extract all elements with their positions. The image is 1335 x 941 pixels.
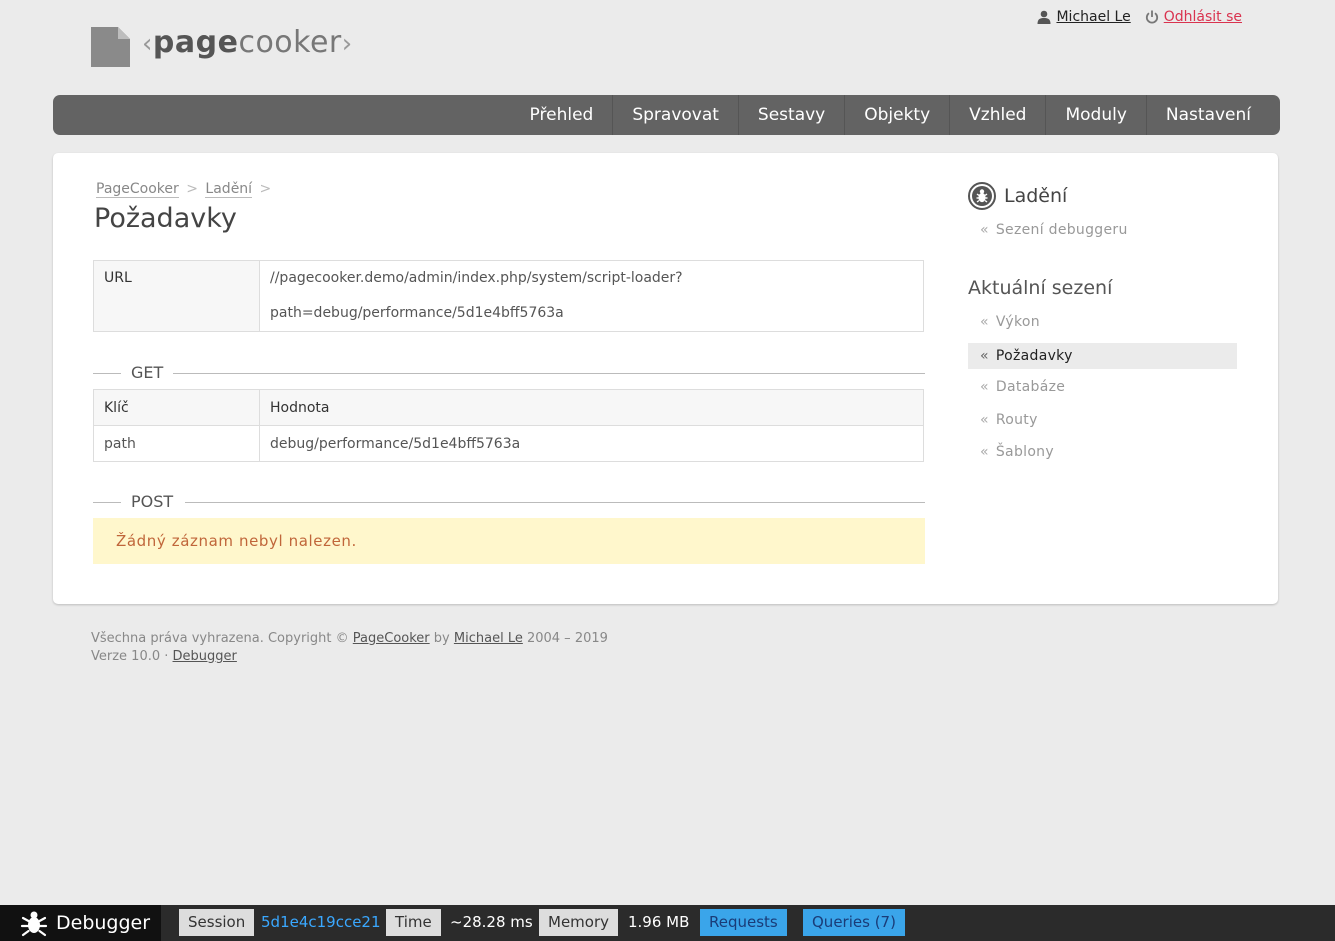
sidebar-item-label: Požadavky bbox=[995, 348, 1073, 364]
footer: Všechna práva vyhrazena. Copyright © Pag… bbox=[91, 630, 608, 666]
get-section-label: GET bbox=[131, 363, 164, 382]
sidebar-item-sablony[interactable]: « Šablony bbox=[968, 439, 1237, 465]
sidebar-item-pozadavky[interactable]: « Požadavky bbox=[968, 343, 1237, 369]
nav-item-spravovat[interactable]: Spravovat bbox=[612, 95, 738, 135]
breadcrumb-ladeni[interactable]: Ladění bbox=[205, 181, 253, 198]
sidebar-title: Ladění bbox=[968, 182, 1067, 210]
nav-item-sestavy[interactable]: Sestavy bbox=[737, 95, 844, 135]
url-key: URL bbox=[93, 260, 260, 332]
url-value: //pagecooker.demo/admin/index.php/system… bbox=[259, 260, 924, 332]
bug-icon bbox=[20, 911, 48, 937]
divider bbox=[173, 373, 925, 374]
logo-text: ‹pagecooker› bbox=[142, 25, 353, 60]
footer-debugger-link[interactable]: Debugger bbox=[173, 649, 237, 664]
nav-item-vzhled[interactable]: Vzhled bbox=[949, 95, 1045, 135]
footer-copyright: Všechna práva vyhrazena. Copyright © Pag… bbox=[91, 630, 608, 648]
time-label: Time bbox=[386, 909, 441, 936]
main-navigation: Přehled Spravovat Sestavy Objekty Vzhled… bbox=[53, 95, 1280, 135]
power-icon bbox=[1145, 10, 1158, 24]
debugger-brand-label: Debugger bbox=[56, 912, 151, 934]
sidebar-item-label: Databáze bbox=[995, 379, 1066, 395]
sidebar-item-label: Šablony bbox=[995, 444, 1054, 460]
page-title: Požadavky bbox=[94, 203, 237, 234]
sidebar-heading-current-session: Aktuální sezení bbox=[968, 277, 1113, 299]
table-row: path debug/performance/5d1e4bff5763a bbox=[93, 425, 924, 462]
footer-text: Verze 10.0 · bbox=[91, 649, 169, 664]
chevron-left-icon: « bbox=[980, 348, 989, 364]
get-param-value: debug/performance/5d1e4bff5763a bbox=[259, 425, 924, 462]
url-table: URL //pagecooker.demo/admin/index.php/sy… bbox=[93, 260, 924, 332]
user-bar: Michael Le Odhlásit se bbox=[1037, 9, 1242, 25]
empty-notice: Žádný záznam nebyl nalezen. bbox=[93, 518, 925, 564]
memory-value: 1.96 MB bbox=[628, 913, 690, 931]
requests-button[interactable]: Requests bbox=[700, 909, 787, 936]
debug-toolbar: Debugger Session 5d1e4c19cce21 Time ~28.… bbox=[0, 905, 1335, 941]
footer-pagecooker-link[interactable]: PageCooker bbox=[353, 631, 430, 646]
logout-link[interactable]: Odhlásit se bbox=[1164, 9, 1242, 25]
logout: Odhlásit se bbox=[1145, 9, 1242, 25]
session-label: Session bbox=[179, 909, 255, 936]
breadcrumb-separator: > bbox=[259, 181, 272, 197]
get-section-header: GET bbox=[93, 363, 925, 383]
sidebar-item-databaze[interactable]: « Databáze bbox=[968, 374, 1237, 400]
nav-item-moduly[interactable]: Moduly bbox=[1045, 95, 1145, 135]
sidebar-item-vykon[interactable]: « Výkon bbox=[968, 309, 1237, 335]
divider bbox=[93, 373, 121, 374]
get-param-key: path bbox=[93, 425, 260, 462]
footer-version: Verze 10.0 · Debugger bbox=[91, 648, 608, 666]
get-table: Klíč Hodnota path debug/performance/5d1e… bbox=[93, 389, 924, 462]
time-value: ~28.28 ms bbox=[450, 913, 533, 931]
sidebar-item-label: Sezení debuggeru bbox=[995, 222, 1128, 238]
sidebar-item-label: Routy bbox=[995, 412, 1038, 428]
table-row: URL //pagecooker.demo/admin/index.php/sy… bbox=[93, 260, 924, 332]
column-header-value: Hodnota bbox=[259, 389, 924, 426]
nav-item-nastaveni[interactable]: Nastavení bbox=[1145, 95, 1270, 135]
chevron-left-icon: « bbox=[980, 222, 989, 238]
url-value-line: path=debug/performance/5d1e4bff5763a bbox=[270, 305, 564, 321]
session-link[interactable]: 5d1e4c19cce21 bbox=[261, 913, 381, 931]
debugger-brand[interactable]: Debugger bbox=[0, 905, 161, 941]
chevron-left-icon: « bbox=[980, 444, 989, 460]
user-name-link[interactable]: Michael Le bbox=[1056, 9, 1130, 25]
footer-text: Všechna práva vyhrazena. Copyright © bbox=[91, 631, 349, 646]
bug-icon bbox=[968, 182, 996, 210]
session-value: 5d1e4c19cce21 bbox=[252, 909, 390, 936]
sidebar-title-text: Ladění bbox=[1004, 185, 1068, 207]
sidebar-item-sezeni-debuggeru[interactable]: « Sezení debuggeru bbox=[968, 217, 1237, 243]
memory-label: Memory bbox=[539, 909, 619, 936]
breadcrumb: PageCooker > Ladění > bbox=[96, 181, 274, 198]
footer-author-link[interactable]: Michael Le bbox=[454, 631, 523, 646]
content-panel: PageCooker > Ladění > Požadavky URL //pa… bbox=[53, 153, 1278, 604]
nav-item-objekty[interactable]: Objekty bbox=[844, 95, 949, 135]
user-menu: Michael Le bbox=[1037, 9, 1131, 25]
footer-text: by bbox=[433, 631, 450, 646]
breadcrumb-pagecooker[interactable]: PageCooker bbox=[96, 181, 179, 198]
sidebar-item-routy[interactable]: « Routy bbox=[968, 407, 1237, 433]
chevron-left-icon: « bbox=[980, 379, 989, 395]
table-header-row: Klíč Hodnota bbox=[93, 389, 924, 426]
footer-text: 2004 – 2019 bbox=[526, 631, 608, 646]
post-section-header: POST bbox=[93, 492, 925, 512]
chevron-left-icon: « bbox=[980, 412, 989, 428]
user-icon bbox=[1037, 10, 1051, 24]
breadcrumb-separator: > bbox=[186, 181, 198, 197]
logo[interactable]: ‹pagecooker› bbox=[90, 25, 353, 69]
queries-button[interactable]: Queries (7) bbox=[803, 909, 905, 936]
divider bbox=[185, 502, 925, 503]
url-value-line: //pagecooker.demo/admin/index.php/system… bbox=[270, 270, 683, 286]
post-section-label: POST bbox=[131, 492, 174, 511]
chevron-left-icon: « bbox=[980, 314, 989, 330]
document-icon bbox=[91, 27, 130, 67]
divider bbox=[93, 502, 121, 503]
sidebar-item-label: Výkon bbox=[995, 314, 1040, 330]
nav-item-prehled[interactable]: Přehled bbox=[511, 95, 613, 135]
column-header-key: Klíč bbox=[93, 389, 260, 426]
